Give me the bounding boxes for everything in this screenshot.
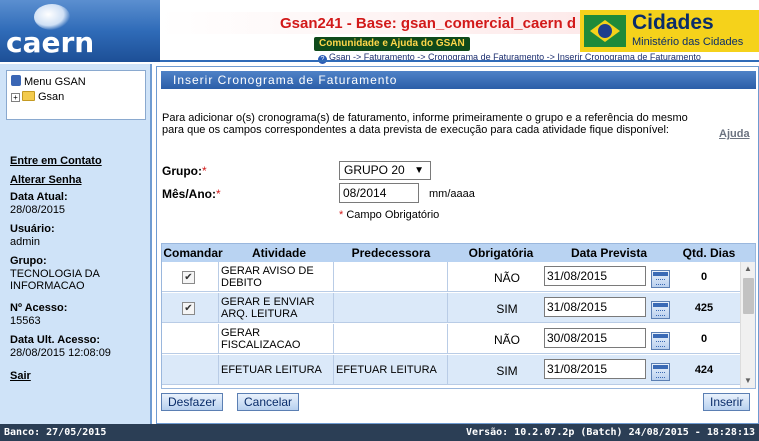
undo-button[interactable]: Desfazer (161, 393, 224, 411)
user-value: admin (10, 236, 40, 248)
form-instructions: Para adicionar o(s) cronograma(s) de fat… (162, 112, 688, 136)
app-root: caern Gsan241 - Base: gsan_comercial_cae… (0, 0, 759, 441)
insert-button[interactable]: Inserir (703, 393, 751, 411)
group-select-value: GRUPO 20 (344, 163, 405, 177)
required-mark: * (216, 187, 221, 201)
expand-icon[interactable]: + (11, 93, 20, 102)
calendar-icon[interactable] (651, 363, 670, 381)
contact-link[interactable]: Entre em Contato (10, 154, 102, 168)
calendar-icon[interactable] (651, 332, 670, 350)
sidebar: Menu GSAN + Gsan Entre em Contato Alterar… (0, 64, 152, 424)
comandar-checkbox[interactable]: ✔ (182, 271, 195, 284)
planned-date-input[interactable]: 30/08/2015 (544, 328, 646, 348)
table-row: GERAR FISCALIZACAO NÃO 30/08/2015 0 (162, 324, 740, 354)
planned-date-input[interactable]: 31/08/2015 (544, 359, 646, 379)
month-year-input[interactable]: 08/2014 (339, 183, 419, 203)
status-bar: Banco: 27/05/2015 Versão: 10.2.07.2p (Ba… (0, 424, 759, 441)
menu-icon (11, 75, 21, 86)
header-obrigatoria: Obrigatória (468, 246, 534, 260)
menu-tree: Menu GSAN + Gsan (6, 70, 146, 120)
app-title-bar: Gsan241 - Base: gsan_comercial_caern d (160, 12, 580, 34)
scroll-thumb[interactable] (743, 278, 754, 314)
community-help-link[interactable]: Comunidade e Ajuda do GSAN (314, 37, 470, 51)
header-atividade: Atividade (251, 246, 306, 260)
group-label: Grupo: (10, 255, 47, 267)
app-title: Gsan241 - Base: gsan_comercial_caern d (280, 15, 576, 32)
menu-label: Menu GSAN (24, 76, 86, 88)
user-label: Usuário: (10, 223, 55, 235)
access-value: 15563 (10, 315, 41, 327)
header-qtd-dias: Qtd. Dias (682, 246, 736, 260)
schedule-table: Comandar Atividade Predecessora Obrigató… (161, 243, 756, 389)
comandar-checkbox[interactable]: ✔ (182, 302, 195, 315)
table-row: ✔ GERAR AVISO DE DEBITO NÃO 31/08/2015 0 (162, 262, 740, 292)
table-row: ✔ GERAR E ENVIAR ARQ. LEITURA SIM 31/08/… (162, 293, 740, 323)
date-value: 28/08/2015 (10, 204, 66, 216)
days-count: 425 (694, 302, 714, 314)
database-date: Banco: 27/05/2015 (4, 427, 107, 438)
mandatory-value: SIM (496, 302, 518, 316)
activity-name: GERAR FISCALIZACAO (221, 327, 301, 351)
table-header: Comandar Atividade Predecessora Obrigató… (162, 244, 755, 262)
table-scrollbar[interactable]: ▲ ▼ (740, 262, 755, 388)
access-label: Nº Acesso: (10, 302, 68, 314)
user-info-panel: Entre em Contato Alterar Senha Data Atua… (6, 152, 146, 392)
group-select[interactable]: GRUPO 20 ▼ (339, 161, 431, 180)
help-link[interactable]: Ajuda (719, 128, 750, 140)
activity-name: GERAR AVISO DE DEBITO (221, 265, 314, 289)
days-count: 0 (700, 271, 708, 283)
mandatory-value: NÃO (493, 333, 520, 347)
folder-icon (22, 91, 35, 101)
header-comandar: Comandar (163, 246, 223, 260)
header-data-prevista: Data Prevista (570, 246, 648, 260)
days-count: 424 (694, 364, 714, 376)
tree-gsan-item[interactable]: + Gsan (11, 91, 64, 103)
month-year-field-label: Mês/Ano:* (162, 187, 221, 201)
ministry-title: Cidades (632, 11, 714, 34)
calendar-icon[interactable] (651, 301, 670, 319)
calendar-icon[interactable] (651, 270, 670, 288)
planned-date-input[interactable]: 31/08/2015 (544, 266, 646, 286)
main-panel: Inserir Cronograma de Faturamento Para a… (156, 66, 759, 424)
ministry-logo: Cidades Ministério das Cidades (580, 10, 759, 52)
caern-logo: caern (0, 0, 160, 62)
brazil-flag-icon (584, 15, 626, 47)
mandatory-value: NÃO (493, 271, 520, 285)
header-predecessora: Predecessora (351, 246, 431, 260)
ministry-subtitle: Ministério das Cidades (632, 36, 744, 48)
mandatory-value: SIM (496, 364, 518, 378)
last-access-value: 28/08/2015 12:08:09 (10, 347, 111, 359)
cancel-button[interactable]: Cancelar (237, 393, 300, 411)
scroll-up-icon[interactable]: ▲ (744, 264, 752, 273)
tree-root-label: Gsan (38, 91, 65, 103)
logout-link[interactable]: Sair (10, 369, 31, 383)
days-count: 0 (700, 333, 708, 345)
header-divider (160, 60, 759, 62)
form-title: Inserir Cronograma de Faturamento (161, 71, 756, 89)
group-field-label: Grupo:* (162, 164, 207, 178)
logo-text: caern (6, 26, 95, 59)
dropdown-arrow-icon: ▼ (414, 165, 424, 176)
change-password-link[interactable]: Alterar Senha (10, 173, 82, 187)
table-row: EFETUAR LEITURA EFETUAR LEITURA SIM 31/0… (162, 355, 740, 385)
activity-name: EFETUAR LEITURA (221, 364, 322, 376)
header: caern Gsan241 - Base: gsan_comercial_cae… (0, 0, 759, 64)
planned-date-input[interactable]: 31/08/2015 (544, 297, 646, 317)
version-info: Versão: 10.2.07.2p (Batch) 24/08/2015 - … (466, 427, 755, 438)
scroll-down-icon[interactable]: ▼ (744, 376, 752, 385)
required-mark: * (202, 164, 207, 178)
date-label: Data Atual: (10, 191, 68, 203)
group-value: TECNOLOGIA DA INFORMACAO (10, 268, 100, 292)
month-year-format-hint: mm/aaaa (429, 188, 475, 200)
required-note: * Campo Obrigatório (339, 209, 440, 221)
activity-name: GERAR E ENVIAR ARQ. LEITURA (221, 296, 315, 320)
breadcrumb: ?Gsan -> Faturamento -> Cronograma de Fa… (318, 52, 701, 64)
last-access-label: Data Ult. Acesso: (10, 334, 101, 346)
menu-gsan-item[interactable]: Menu GSAN (11, 75, 86, 88)
predecessor-name: EFETUAR LEITURA (336, 364, 437, 376)
